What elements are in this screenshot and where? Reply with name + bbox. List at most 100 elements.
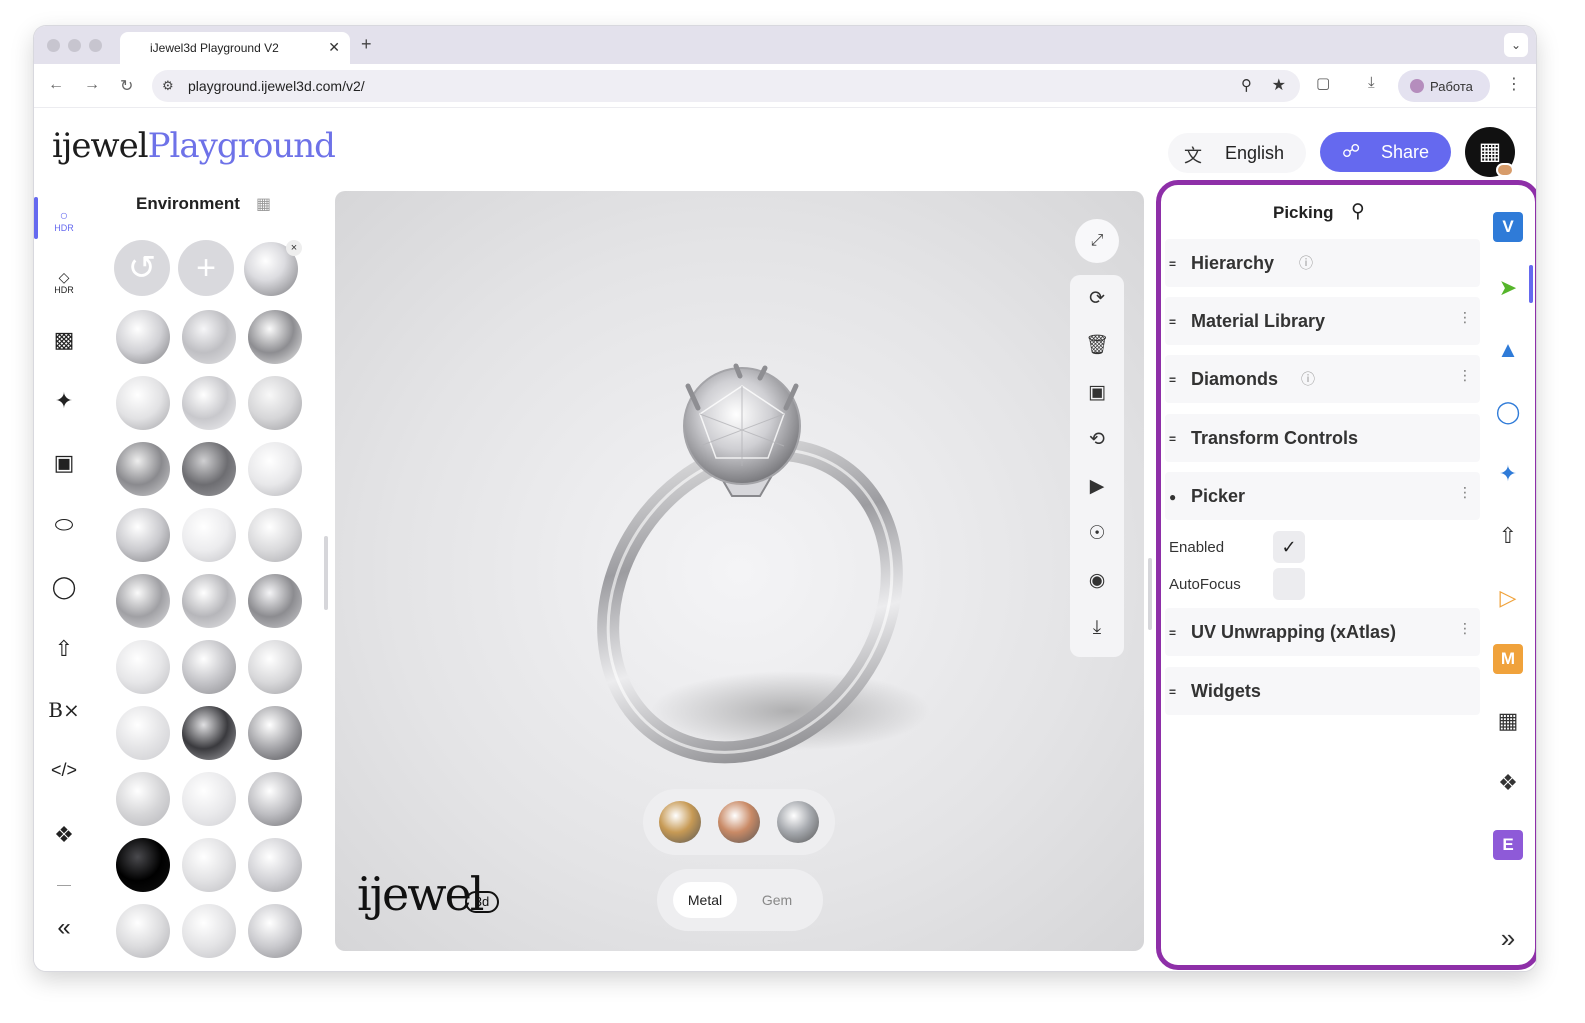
environment-item[interactable] [116, 508, 170, 562]
rose-gold-swatch[interactable] [718, 801, 760, 843]
search-icon[interactable]: ⚲ [1351, 200, 1365, 223]
environment-item[interactable] [248, 772, 302, 826]
profile-button[interactable]: Работа [1398, 70, 1490, 102]
section-material-library[interactable]: = Material Library ⋮ [1165, 297, 1480, 345]
info-icon[interactable]: ⓘ [1299, 253, 1313, 273]
environment-scrollbar[interactable] [324, 536, 328, 610]
section-uv-unwrapping[interactable]: = UV Unwrapping (xAtlas) ⋮ [1165, 608, 1480, 656]
section-transform-controls[interactable]: = Transform Controls [1165, 414, 1480, 462]
environment-item[interactable] [116, 310, 170, 364]
environment-item[interactable] [116, 904, 170, 958]
enabled-checkbox[interactable]: ✓ [1273, 531, 1305, 563]
gem-tab[interactable]: Gem [747, 882, 807, 918]
upload-icon[interactable]: ⇧ [46, 636, 82, 672]
environment-item[interactable] [182, 574, 236, 628]
drag-grip-icon[interactable]: = [1169, 685, 1176, 699]
info-icon[interactable]: ⓘ [1301, 369, 1315, 389]
section-diamonds[interactable]: = Diamonds ⓘ ⋮ [1165, 355, 1480, 403]
collapse-left-icon[interactable]: « [46, 914, 82, 950]
environment-item[interactable] [248, 574, 302, 628]
extensions-icon[interactable]: ▢ [1316, 74, 1330, 92]
drag-grip-icon[interactable]: = [1169, 373, 1176, 387]
focus-frame-icon[interactable]: ▣ [1070, 373, 1124, 413]
more-options-icon[interactable]: ⋮ [1458, 620, 1472, 637]
language-button[interactable]: 文 English [1168, 133, 1306, 173]
picking-cursor-icon[interactable]: ➤ [1493, 273, 1523, 303]
drag-grip-icon[interactable]: = [1169, 257, 1176, 271]
bookmark-star-icon[interactable]: ★ [1272, 75, 1286, 95]
remove-environment-icon[interactable]: × [286, 240, 302, 256]
environment-item[interactable] [182, 904, 236, 958]
more-options-icon[interactable]: ⋮ [1458, 309, 1472, 326]
3d-viewport[interactable]: ⤢ ⟳ 🗑 ▣ ⟲ ▶ ☉ ◉ ⤓ Metal Gem ijewel 3d [335, 191, 1144, 951]
ground-plane-icon[interactable]: ⬭ [46, 512, 82, 548]
grid-icon[interactable]: ▦ [1493, 706, 1523, 736]
expanded-grip-icon[interactable]: ● [1169, 490, 1176, 504]
environment-item[interactable] [248, 838, 302, 892]
downloads-icon[interactable]: ⤓ [1368, 74, 1375, 91]
environment-item[interactable] [116, 376, 170, 430]
environment-item[interactable] [248, 376, 302, 430]
hdr-diamond-icon[interactable]: ◇ HDR [46, 262, 82, 298]
more-options-icon[interactable]: ⋮ [1458, 484, 1472, 501]
environment-item[interactable] [116, 772, 170, 826]
share-button[interactable]: ☍ Share [1320, 132, 1451, 172]
environment-item[interactable] [182, 376, 236, 430]
window-zoom-control[interactable] [89, 39, 102, 52]
window-close-control[interactable] [47, 39, 60, 52]
tab-close-icon[interactable]: ✕ [328, 39, 340, 56]
auto-rotate-icon[interactable]: ⟲ [1070, 420, 1124, 460]
browser-tab[interactable]: iJewel3d Playground V2 ✕ [120, 32, 350, 64]
e-plugin-icon[interactable]: E [1493, 830, 1523, 860]
play-icon[interactable]: ▶ [1070, 467, 1124, 507]
environment-item[interactable] [248, 904, 302, 958]
section-widgets[interactable]: = Widgets [1165, 667, 1480, 715]
environment-item[interactable] [248, 508, 302, 562]
environment-item[interactable] [116, 640, 170, 694]
site-settings-icon[interactable]: ⚙ [162, 78, 174, 94]
drag-grip-icon[interactable]: = [1169, 626, 1176, 640]
address-bar[interactable]: ⚙ playground.ijewel3d.com/v2/ ⚲ ★ [152, 70, 1300, 102]
environment-item[interactable] [182, 310, 236, 364]
background-pattern-icon[interactable]: ▩ [46, 327, 82, 363]
loop-icon[interactable]: ◯ [1493, 397, 1523, 427]
download-icon[interactable]: ⤓ [1070, 608, 1124, 648]
rotate-camera-icon[interactable]: ⟳ [1070, 279, 1124, 319]
environment-item[interactable] [182, 442, 236, 496]
metal-tab[interactable]: Metal [673, 882, 737, 918]
zoom-icon[interactable]: ⚲ [1241, 76, 1252, 94]
forward-arrow-icon[interactable]: → [84, 76, 100, 94]
ring-icon[interactable]: ◯ [46, 574, 82, 610]
reload-icon[interactable]: ↻ [120, 76, 133, 96]
export-icon[interactable]: ⇧ [1493, 521, 1523, 551]
fullscreen-icon[interactable]: ⤢ [1075, 219, 1119, 263]
drag-grip-icon[interactable]: = [1169, 432, 1176, 446]
environment-item[interactable] [182, 706, 236, 760]
sparkle-icon[interactable]: ✦ [46, 388, 82, 424]
split-handle[interactable] [1148, 558, 1152, 630]
more-tools-icon[interactable]: — [46, 876, 82, 912]
environment-item[interactable] [182, 508, 236, 562]
tag-icon[interactable]: ❖ [46, 822, 82, 858]
browser-menu-icon[interactable]: ⋮ [1506, 74, 1522, 94]
environment-item[interactable] [182, 838, 236, 892]
environment-library-icon[interactable]: ▦ [256, 194, 271, 214]
drag-grip-icon[interactable]: = [1169, 315, 1176, 329]
environment-item[interactable] [248, 310, 302, 364]
url-text[interactable]: playground.ijewel3d.com/v2/ [188, 78, 365, 94]
delete-icon[interactable]: 🗑 [1070, 326, 1124, 366]
environment-item[interactable] [248, 442, 302, 496]
environment-item[interactable] [182, 640, 236, 694]
environment-item[interactable] [116, 574, 170, 628]
environment-item[interactable] [248, 640, 302, 694]
camera-snapshot-icon[interactable]: ◉ [1070, 561, 1124, 601]
silver-swatch[interactable] [777, 801, 819, 843]
autofocus-checkbox[interactable] [1273, 568, 1305, 600]
puzzle-icon[interactable]: ❖ [1493, 768, 1523, 798]
gold-swatch[interactable] [659, 801, 701, 843]
section-picker[interactable]: ● Picker ⋮ [1165, 472, 1480, 520]
shapes-icon[interactable]: ▲ [1493, 335, 1523, 365]
reset-environment-icon[interactable]: ↺ [114, 240, 170, 296]
environment-item[interactable] [248, 706, 302, 760]
back-arrow-icon[interactable]: ← [48, 76, 64, 94]
